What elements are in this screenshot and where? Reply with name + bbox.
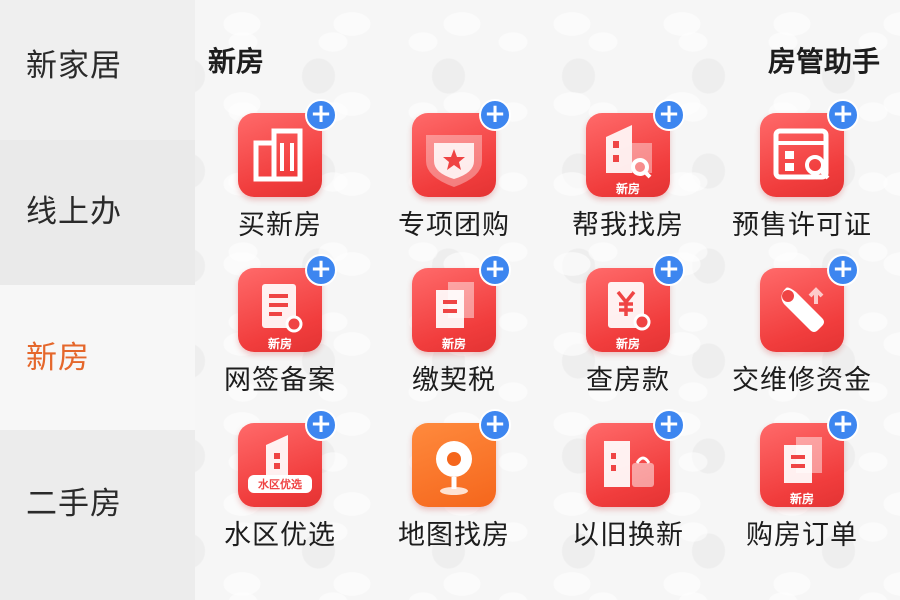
- tile-buy-new-house[interactable]: + 买新房: [195, 99, 365, 253]
- tile-check-payment[interactable]: 新房 + 查房款: [543, 254, 713, 408]
- new-house-badge: 新房: [616, 336, 640, 351]
- tile-map-search[interactable]: + 地图找房: [369, 409, 539, 563]
- water-district-badge: 水区优选: [258, 477, 302, 491]
- tile-purchase-order[interactable]: 新房 + 购房订单: [717, 409, 887, 563]
- main-panel: 新房 房管助手 + 买新房 + 专项团购 新房 + 帮我找房 + 预售许可证 新…: [195, 0, 900, 600]
- tile-water-district-select[interactable]: 水区优选 + 水区优选: [195, 409, 365, 563]
- new-house-badge: 新房: [616, 181, 640, 196]
- tile-label: 查房款: [586, 365, 670, 396]
- tile-pay-deed-tax[interactable]: 新房 + 缴契税: [369, 254, 539, 408]
- new-house-badge: 新房: [442, 336, 466, 351]
- new-house-badge: 新房: [268, 336, 292, 351]
- tile-maintenance-fund[interactable]: + 交维修资金: [717, 254, 887, 408]
- add-plus-icon[interactable]: +: [827, 409, 859, 441]
- add-plus-icon[interactable]: +: [653, 409, 685, 441]
- sidebar-item-new-house[interactable]: 新房: [26, 332, 90, 377]
- add-plus-icon[interactable]: +: [827, 99, 859, 131]
- section-title: 新房: [208, 45, 265, 78]
- add-plus-icon[interactable]: +: [305, 99, 337, 131]
- tile-label: 缴契税: [412, 365, 496, 396]
- add-plus-icon[interactable]: +: [653, 254, 685, 286]
- add-plus-icon[interactable]: +: [827, 254, 859, 286]
- tile-group-buy[interactable]: + 专项团购: [369, 99, 539, 253]
- add-plus-icon[interactable]: +: [479, 99, 511, 131]
- tile-trade-in[interactable]: + 以旧换新: [543, 409, 713, 563]
- new-house-badge: 新房: [790, 491, 814, 506]
- add-plus-icon[interactable]: +: [653, 99, 685, 131]
- tile-label: 水区优选: [224, 520, 336, 551]
- tile-label: 交维修资金: [732, 365, 872, 396]
- add-plus-icon[interactable]: +: [305, 254, 337, 286]
- tile-label: 以旧换新: [572, 520, 684, 551]
- sidebar-item-online-services[interactable]: 线上办: [26, 186, 122, 231]
- tile-label: 专项团购: [398, 210, 510, 241]
- tile-label: 地图找房: [398, 520, 510, 551]
- tile-label: 购房订单: [746, 520, 858, 551]
- sidebar-item-second-hand[interactable]: 二手房: [26, 478, 122, 523]
- tile-label: 帮我找房: [572, 210, 684, 241]
- tile-online-signing[interactable]: 新房 + 网签备案: [195, 254, 365, 408]
- tile-label: 网签备案: [224, 365, 336, 396]
- tile-presale-permit[interactable]: + 预售许可证: [717, 99, 887, 253]
- sidebar: 新家居 线上办 新房 二手房: [0, 0, 195, 600]
- sidebar-item-new-home-furnishing[interactable]: 新家居: [26, 40, 122, 85]
- add-plus-icon[interactable]: +: [479, 409, 511, 441]
- add-plus-icon[interactable]: +: [305, 409, 337, 441]
- tile-label: 预售许可证: [732, 210, 872, 241]
- add-plus-icon[interactable]: +: [479, 254, 511, 286]
- housing-assistant-link[interactable]: 房管助手: [768, 40, 880, 80]
- tile-label: 买新房: [238, 210, 322, 241]
- tile-find-house[interactable]: 新房 + 帮我找房: [543, 99, 713, 253]
